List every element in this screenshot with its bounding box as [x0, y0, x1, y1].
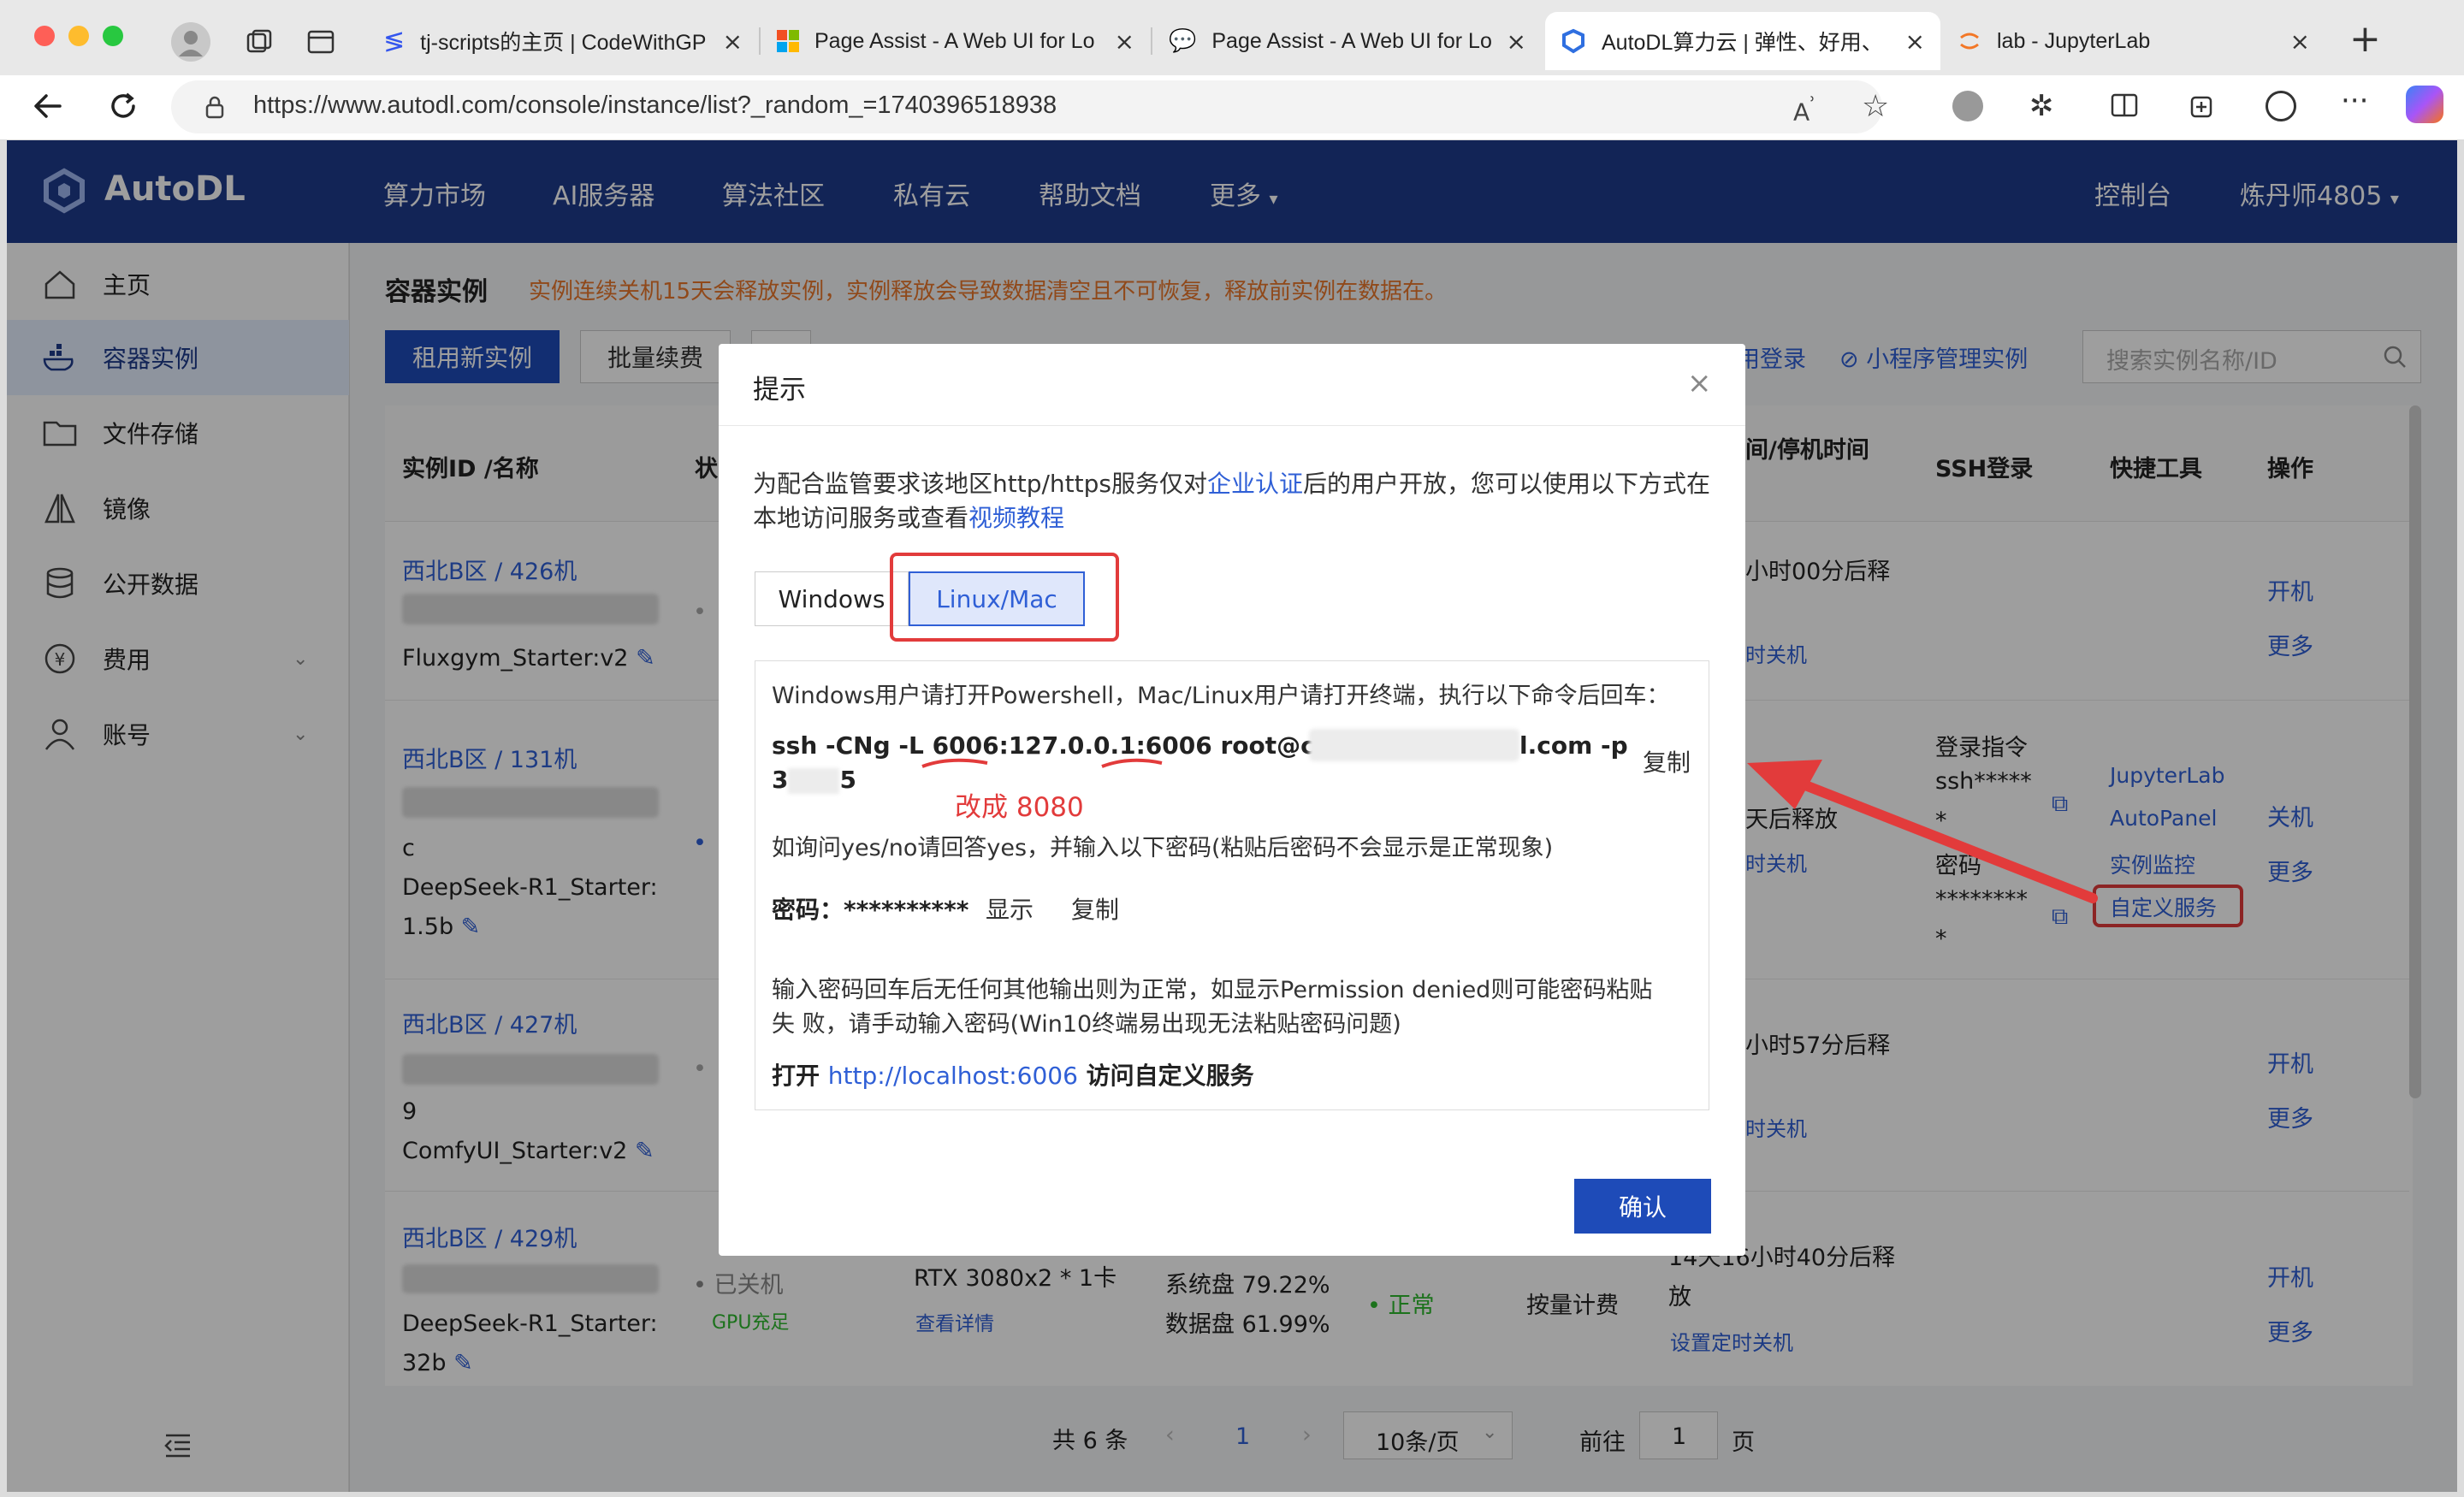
copilot-icon[interactable] [2406, 86, 2443, 123]
dialog-title: 提示 [753, 375, 806, 405]
microsoft-favicon-icon [777, 30, 799, 52]
ssh-port-line: 35 [772, 766, 856, 794]
password-row: 密码：********** [772, 896, 969, 924]
tab-codewithgp[interactable]: ≶ tj-scripts的主页 | CodeWithGP × [368, 12, 758, 70]
close-window-button[interactable] [34, 26, 55, 46]
sidebar-toggle-icon[interactable] [306, 27, 335, 56]
localhost-link[interactable]: http://localhost:6006 [828, 1062, 1078, 1090]
enterprise-auth-link[interactable]: 企业认证 [1207, 470, 1303, 498]
collections-icon[interactable] [245, 27, 274, 56]
tab-separator [1151, 27, 1152, 55]
extensions-puzzle-icon[interactable]: ✲ [2029, 89, 2054, 123]
open-service-row: 打开 http://localhost:6006 访问自定义服务 [772, 1062, 1254, 1090]
password-note-line1: 输入密码回车后无任何其他输出则为正常，如显示Permission denied则… [772, 977, 1653, 1003]
tab-autodl[interactable]: AutoDL算力云 | 弹性、好用、 × [1545, 12, 1940, 70]
url-text[interactable]: https://www.autodl.com/console/instance/… [253, 92, 1057, 120]
copy-command-button[interactable]: 复制 [1643, 746, 1691, 780]
video-tutorial-link[interactable]: 视频教程 [968, 504, 1064, 532]
show-password-button[interactable]: 显示 [986, 893, 1034, 927]
autodl-favicon-icon [1561, 28, 1586, 54]
command-instruction: Windows用户请打开Powershell，Mac/Linux用户请打开终端，… [772, 683, 1670, 709]
confirm-button[interactable]: 确认 [1574, 1179, 1711, 1234]
close-icon[interactable]: × [2290, 27, 2310, 56]
browser-essentials-icon[interactable] [2266, 91, 2296, 121]
blurred-host [1309, 729, 1519, 761]
ssh-command-suffix: l.com -p [1519, 731, 1628, 760]
chat-bubble-favicon-icon: 💬 [1169, 28, 1197, 54]
more-menu-icon[interactable]: ··· [2341, 84, 2368, 118]
tab-windows[interactable]: Windows [755, 571, 909, 626]
extension-blocked-icon[interactable] [1952, 91, 1983, 121]
command-box [755, 660, 1709, 1110]
codewithgp-favicon-icon: ≶ [383, 26, 406, 56]
tab-jupyterlab[interactable]: lab - JupyterLab × [1942, 12, 2325, 70]
collections-add-icon[interactable] [2189, 91, 2218, 120]
profile-avatar-icon[interactable] [171, 22, 210, 62]
tab-separator [759, 27, 761, 55]
port-underline-annotation [921, 758, 1163, 768]
minimize-window-button[interactable] [68, 26, 89, 46]
blurred-port [788, 768, 840, 794]
red-arrow-annotation [1747, 760, 2098, 903]
maximize-window-button[interactable] [103, 26, 123, 46]
yes-no-hint: 如询问yes/no请回答yes，并输入以下密码(粘贴后密码不会显示是正常现象) [772, 835, 1554, 861]
copy-password-button[interactable]: 复制 [1071, 893, 1119, 927]
jupyter-favicon-icon [1958, 29, 1981, 53]
tab-page-assist-2[interactable]: 💬 Page Assist - A Web UI for Lo × [1153, 12, 1542, 70]
dialog-intro-line1: 为配合监管要求该地区http/https服务仅对企业认证后的用户开放，您可以使用… [753, 470, 1711, 498]
close-icon[interactable]: × [1905, 27, 1925, 56]
split-screen-icon[interactable] [2110, 91, 2139, 120]
port-change-annotation: 改成 8080 [955, 792, 1084, 823]
back-arrow-icon[interactable] [31, 89, 65, 123]
dialog-header [719, 344, 1745, 426]
favorite-star-icon[interactable]: ☆ [1862, 89, 1889, 124]
close-icon[interactable]: × [1507, 27, 1526, 56]
close-icon[interactable]: × [1687, 366, 1712, 400]
password-note-line2: 失 败，请手动输入密码(Win10终端易出现无法粘贴密码问题) [772, 1011, 1401, 1038]
read-aloud-icon[interactable]: Aʾ [1793, 92, 1815, 126]
linux-tab-highlight [890, 553, 1119, 642]
reload-icon[interactable] [106, 89, 140, 123]
dialog-intro-line2: 本地访问服务或查看视频教程 [753, 504, 1065, 532]
tab-page-assist-1[interactable]: Page Assist - A Web UI for Lo × [761, 12, 1150, 70]
new-tab-button[interactable]: + [2349, 17, 2381, 61]
lock-icon[interactable] [202, 94, 228, 120]
close-icon[interactable]: × [1115, 27, 1134, 56]
close-icon[interactable]: × [723, 27, 743, 56]
